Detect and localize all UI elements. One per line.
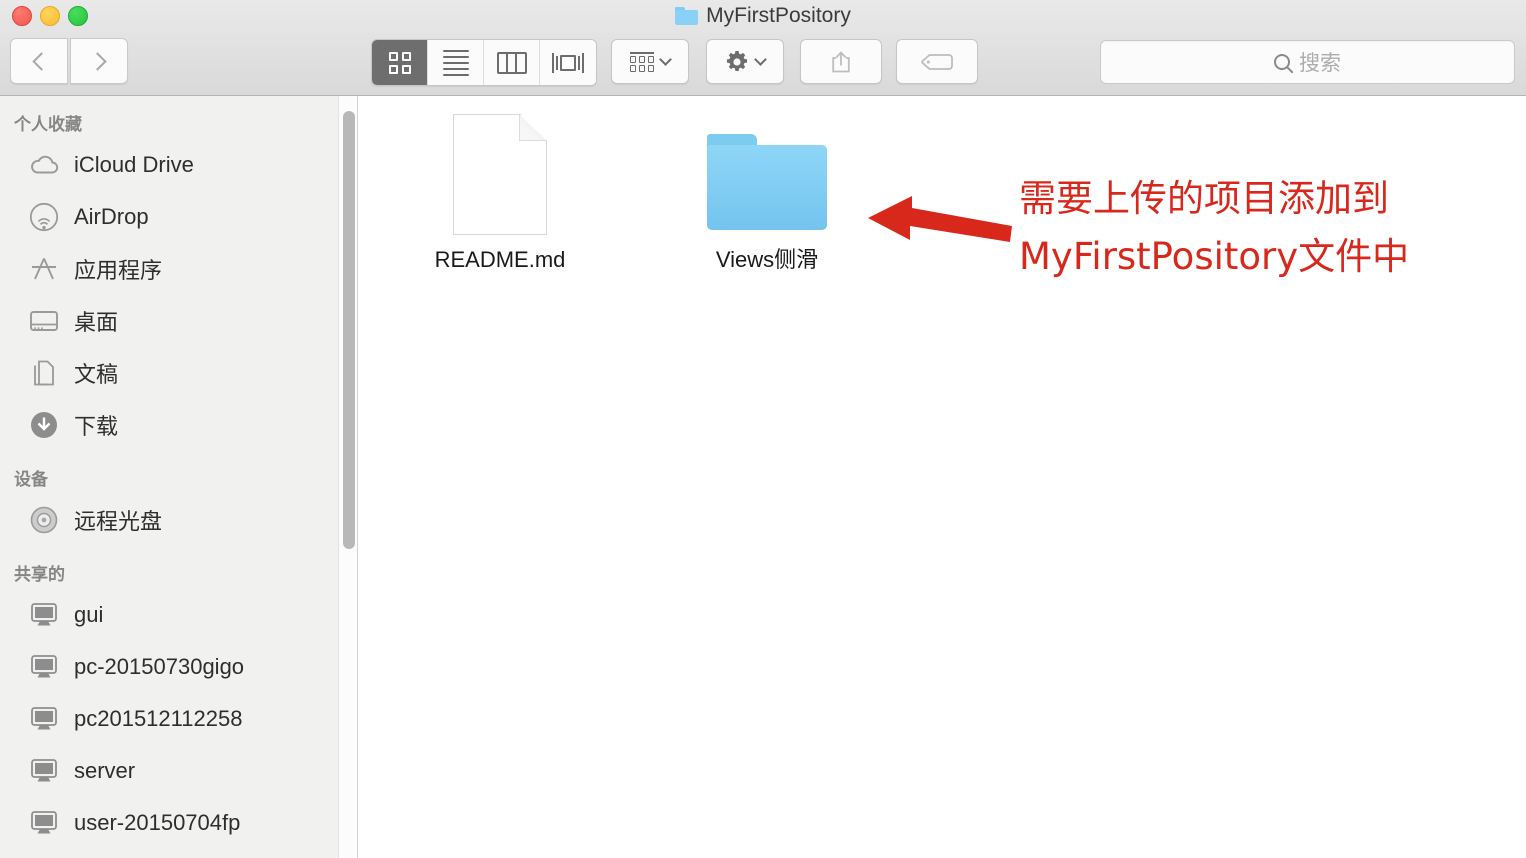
sidebar-item-label: 文稿 <box>74 362 119 387</box>
sidebar-item-label: gui <box>74 602 104 627</box>
sidebar-item-label: 下载 <box>74 414 119 439</box>
columns-icon <box>496 51 527 74</box>
action-menu-button[interactable] <box>706 39 784 84</box>
gear-icon <box>726 50 748 71</box>
tags-button[interactable] <box>896 39 978 84</box>
computer-icon <box>27 808 61 838</box>
sidebar-item-label: user-20150704fp <box>74 810 241 835</box>
sidebar-item-applications[interactable]: 应用程序 <box>0 243 338 295</box>
search-icon <box>1274 54 1290 70</box>
column-view-button[interactable] <box>484 40 540 85</box>
sidebar-item-icloud-drive[interactable]: iCloud Drive <box>0 139 338 191</box>
sidebar-item-pc-20150730gigo[interactable]: pc-20150730gigo <box>0 641 338 693</box>
sidebar-item-label: 桌面 <box>74 310 119 335</box>
back-button[interactable] <box>10 38 68 84</box>
coverflow-view-button[interactable] <box>540 40 596 85</box>
folder-icon <box>675 7 699 25</box>
window-title: MyFirstPository <box>0 0 1526 32</box>
sidebar-item-label: pc-20150730gigo <box>74 654 245 679</box>
sidebar-item-label: 应用程序 <box>74 258 163 283</box>
applications-icon <box>27 254 61 284</box>
file-item-readme[interactable]: README.md <box>400 114 600 273</box>
chevron-right-icon <box>87 51 107 71</box>
airdrop-icon <box>27 202 61 232</box>
chevron-down-icon <box>754 53 767 66</box>
downloads-icon <box>27 410 61 440</box>
window-title-text: MyFirstPository <box>706 4 851 27</box>
sidebar-item-label: iCloud Drive <box>74 152 194 177</box>
sidebar-item-server[interactable]: server <box>0 745 338 797</box>
documents-icon <box>27 358 61 388</box>
view-mode-segmented-control <box>371 39 597 86</box>
sidebar-scrollbar-thumb[interactable] <box>343 111 355 549</box>
sidebar-item-label: 远程光盘 <box>74 509 163 534</box>
computer-icon <box>27 652 61 682</box>
disc-icon <box>27 505 61 535</box>
sidebar-item-airdrop[interactable]: AirDrop <box>0 191 338 243</box>
computer-icon <box>27 756 61 786</box>
arrange-icon <box>629 51 655 72</box>
share-icon <box>832 50 850 72</box>
arrange-by-button[interactable] <box>611 39 689 84</box>
annotation-arrow-icon <box>868 196 1012 242</box>
coverflow-icon <box>551 52 585 74</box>
sidebar-item-label: AirDrop <box>74 204 149 229</box>
forward-button[interactable] <box>70 38 128 84</box>
file-item-views[interactable]: Views侧滑 <box>667 134 867 274</box>
search-field[interactable]: 搜索 <box>1100 40 1515 84</box>
list-icon <box>442 49 469 76</box>
grid-icon <box>388 51 411 74</box>
annotation-text: 需要上传的项目添加到MyFirstPository文件中 <box>1019 177 1410 278</box>
sidebar-item-desktop[interactable]: 桌面 <box>0 295 338 347</box>
sidebar-item-downloads[interactable]: 下载 <box>0 399 338 451</box>
sidebar-item-gui[interactable]: gui <box>0 589 338 641</box>
sidebar-item-label: server <box>74 758 136 783</box>
chevron-left-icon <box>31 51 51 71</box>
icon-view-button[interactable] <box>372 40 428 85</box>
chevron-down-icon <box>659 53 673 66</box>
file-item-label: Views侧滑 <box>715 247 819 272</box>
share-button[interactable] <box>800 39 882 84</box>
navigation-buttons <box>10 38 128 84</box>
finder-window: MyFirstPository 搜索 个人收藏 iCloud Drive Air… <box>0 0 1526 858</box>
document-icon <box>453 114 547 235</box>
computer-icon <box>27 704 61 734</box>
sidebar-section-devices-header: 设备 <box>14 470 48 489</box>
folder-icon <box>707 134 827 230</box>
sidebar[interactable]: 个人收藏 iCloud Drive AirDrop 应用程序 桌面 文稿 下载 … <box>0 96 338 858</box>
sidebar-section-favorites-header: 个人收藏 <box>14 115 82 134</box>
sidebar-scrollbar[interactable] <box>338 96 358 858</box>
sidebar-item-documents[interactable]: 文稿 <box>0 347 338 399</box>
desktop-icon <box>27 306 61 336</box>
computer-icon <box>27 600 61 630</box>
sidebar-item-remote-disc[interactable]: 远程光盘 <box>0 494 338 546</box>
file-item-label: README.md <box>434 247 566 272</box>
cloud-icon <box>27 150 61 180</box>
sidebar-section-shared-header: 共享的 <box>14 565 65 584</box>
sidebar-item-user-20150704fp[interactable]: user-20150704fp <box>0 797 338 849</box>
sidebar-item-pc201512112258[interactable]: pc201512112258 <box>0 693 338 745</box>
titlebar: MyFirstPository 搜索 <box>0 0 1526 96</box>
list-view-button[interactable] <box>428 40 484 85</box>
sidebar-item-label: pc201512112258 <box>74 706 243 731</box>
tag-icon <box>921 53 953 70</box>
search-placeholder: 搜索 <box>1299 52 1341 75</box>
